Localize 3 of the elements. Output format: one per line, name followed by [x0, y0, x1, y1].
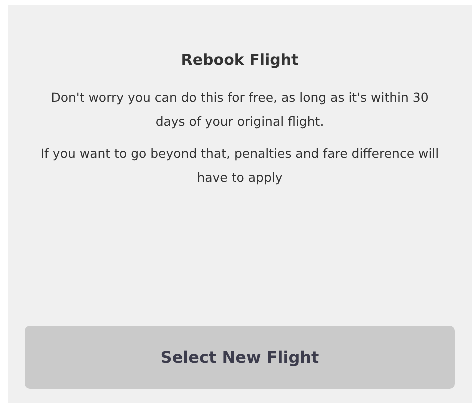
card-title: Rebook Flight — [181, 50, 299, 71]
info-paragraph: Don't worry you can do this for free, as long as it's within 30 days of your original flight. — [50, 88, 430, 131]
info-paragraph: If you want to go beyond that, penalties and fare difference will have to apply — [40, 144, 440, 187]
